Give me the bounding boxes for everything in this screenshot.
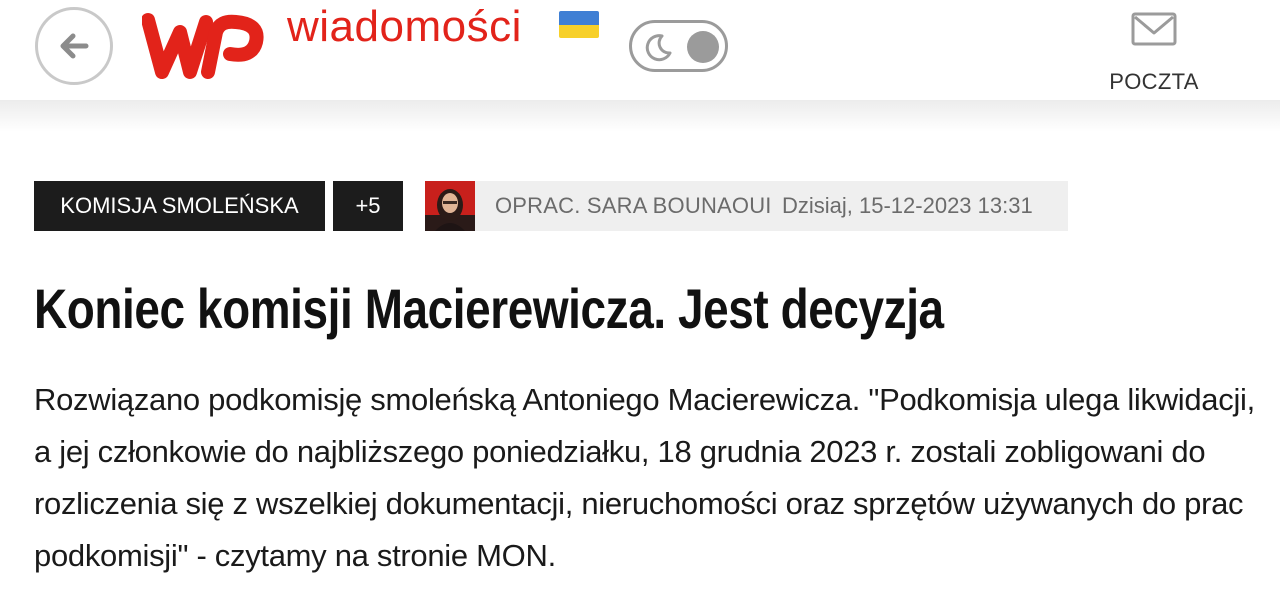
dark-mode-toggle[interactable] [629, 20, 728, 72]
article-title: Koniec komisji Macierewicza. Jest decyzj… [34, 277, 944, 340]
author-box: OPRAC. SARA BOUNAOUI Dzisiaj, 15-12-2023… [425, 181, 1068, 231]
moon-icon [645, 34, 672, 62]
ukraine-flag-icon [559, 11, 599, 38]
wp-logo[interactable] [142, 8, 270, 82]
brand-name[interactable]: wiadomości [287, 2, 522, 52]
author-name[interactable]: OPRAC. SARA BOUNAOUI [495, 181, 772, 231]
mail-label: POCZTA [1109, 69, 1199, 94]
publish-date: Dzisiaj, 15-12-2023 13:31 [782, 193, 1033, 218]
site-header: wiadomości POCZTA [0, 0, 1280, 100]
author-avatar [425, 181, 475, 231]
tag-komisja-smolenska[interactable]: KOMISJA SMOLEŃSKA [34, 181, 325, 231]
header-shadow [0, 100, 1280, 132]
toggle-knob [687, 31, 719, 63]
envelope-icon [1131, 12, 1177, 46]
tag-more-button[interactable]: +5 [333, 181, 403, 231]
mail-link[interactable]: POCZTA [1100, 8, 1208, 94]
back-arrow-icon [60, 33, 89, 59]
back-button[interactable] [35, 7, 113, 85]
article-lead: Rozwiązano podkomisję smoleńską Antonieg… [34, 382, 1255, 573]
